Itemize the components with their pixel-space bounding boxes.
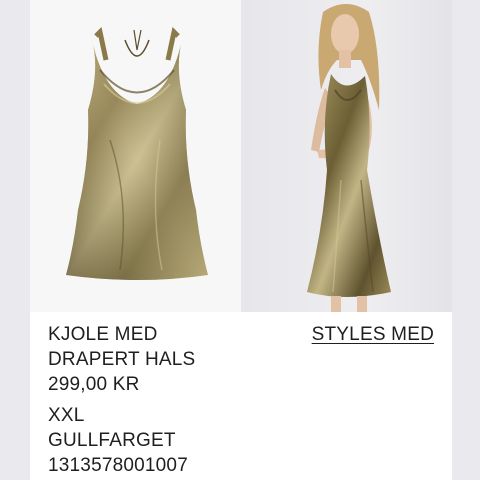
model-wearing-dress-graphic xyxy=(307,4,391,312)
left-background-strip xyxy=(0,0,30,480)
product-card[interactable]: KJOLE MED DRAPERT HALS 299,00 KR XXL GUL… xyxy=(30,0,452,480)
product-image-flatlay[interactable] xyxy=(30,0,241,312)
product-name-line-1: KJOLE MED xyxy=(48,324,158,345)
right-background-strip xyxy=(452,0,480,480)
styles-with-link[interactable]: STYLES MED xyxy=(312,322,434,347)
product-info: KJOLE MED DRAPERT HALS 299,00 KR XXL GUL… xyxy=(48,322,288,478)
product-image-model[interactable] xyxy=(241,0,452,312)
product-color: GULLFARGET xyxy=(48,430,176,451)
dress-flatlay-graphic xyxy=(66,26,208,280)
product-name-line-2: DRAPERT HALS xyxy=(48,349,196,370)
product-size: XXL xyxy=(48,405,85,426)
product-price: 299,00 KR xyxy=(48,374,140,395)
product-article-number: 1313578001007 xyxy=(48,455,188,476)
